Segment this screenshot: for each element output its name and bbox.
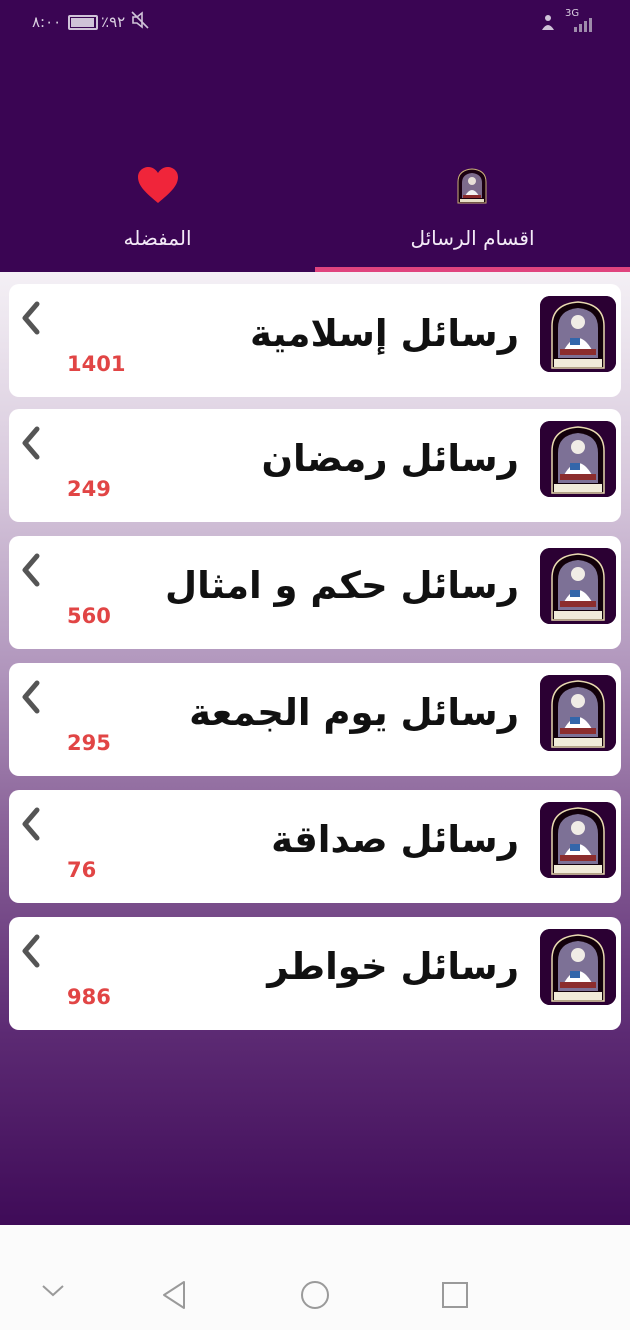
recents-square-icon[interactable] — [441, 1281, 469, 1313]
home-circle-icon[interactable] — [299, 1279, 331, 1315]
categories-list: 1401 رسائل إسلامية 249 رسائل رمضان 560 ر… — [0, 272, 630, 1225]
heart-icon — [137, 166, 179, 208]
tab-categories[interactable]: اقسام الرسائل — [315, 0, 630, 272]
category-card[interactable]: 295 رسائل يوم الجمعة — [9, 663, 621, 776]
category-count: 1401 — [67, 352, 126, 376]
chevron-left-icon — [17, 425, 43, 461]
category-count: 295 — [67, 731, 111, 755]
category-title: رسائل رمضان — [261, 437, 519, 480]
chevron-down-icon[interactable] — [40, 1283, 66, 1303]
category-title: رسائل صداقة — [271, 818, 519, 861]
category-card[interactable]: 560 رسائل حكم و امثال — [9, 536, 621, 649]
tab-categories-label: اقسام الرسائل — [410, 226, 535, 250]
category-count: 986 — [67, 985, 111, 1009]
category-count: 76 — [67, 858, 97, 882]
category-count: 249 — [67, 477, 111, 501]
category-thumbnail — [540, 296, 616, 372]
category-thumbnail — [540, 802, 616, 878]
app-logo-icon — [455, 168, 489, 208]
tab-favorites-label: المفضله — [123, 226, 192, 250]
category-title: رسائل خواطر — [267, 945, 519, 988]
category-card[interactable]: 1401 رسائل إسلامية — [9, 284, 621, 397]
category-count: 560 — [67, 604, 111, 628]
category-title: رسائل يوم الجمعة — [189, 691, 519, 734]
category-thumbnail — [540, 929, 616, 1005]
category-thumbnail — [540, 421, 616, 497]
category-title: رسائل حكم و امثال — [164, 564, 519, 607]
category-thumbnail — [540, 675, 616, 751]
chevron-left-icon — [17, 806, 43, 842]
chevron-left-icon — [17, 552, 43, 588]
back-triangle-icon[interactable] — [160, 1280, 188, 1314]
chevron-left-icon — [17, 933, 43, 969]
chevron-left-icon — [17, 679, 43, 715]
category-thumbnail — [540, 548, 616, 624]
chevron-left-icon — [17, 300, 43, 336]
category-title: رسائل إسلامية — [250, 312, 519, 355]
system-nav-bar — [0, 1225, 630, 1330]
category-card[interactable]: 249 رسائل رمضان — [9, 409, 621, 522]
category-card[interactable]: 76 رسائل صداقة — [9, 790, 621, 903]
category-card[interactable]: 986 رسائل خواطر — [9, 917, 621, 1030]
tab-favorites[interactable]: المفضله — [0, 0, 315, 272]
